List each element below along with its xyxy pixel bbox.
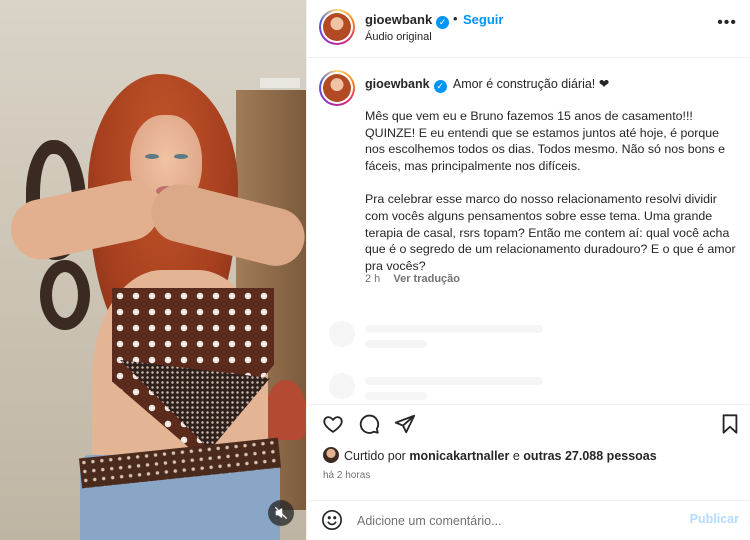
comment-box: Publicar — [307, 500, 750, 540]
comment-input[interactable] — [357, 511, 677, 531]
mute-button[interactable] — [268, 500, 294, 526]
header-username-row[interactable]: gioewbank ✓ — [365, 12, 450, 29]
person-eye-right — [174, 154, 188, 159]
post-header: gioewbank ✓ • Seguir Áudio original ••• — [307, 0, 750, 58]
translate-link[interactable]: Ver tradução — [393, 273, 460, 285]
liker-username[interactable]: monicakartnaller — [409, 449, 509, 463]
publish-button[interactable]: Publicar — [690, 512, 739, 526]
header-username[interactable]: gioewbank — [365, 12, 432, 27]
caption-age: 2 h — [365, 273, 381, 285]
comment-icon[interactable] — [358, 413, 380, 435]
background-plant — [266, 380, 306, 440]
background-shelf — [260, 78, 300, 88]
heart-icon[interactable] — [322, 413, 344, 435]
verified-badge-icon: ✓ — [433, 80, 447, 93]
caption-body: Mês que vem eu e Bruno fazemos 15 anos d… — [365, 108, 737, 291]
likes-others[interactable]: outras 27.088 pessoas — [523, 449, 656, 463]
bookmark-icon[interactable] — [719, 413, 741, 435]
post-panel: gioewbank ✓ • Seguir Áudio original ••• g… — [306, 0, 750, 540]
caption-section: gioewbank ✓ Amor é construção diária! ❤ M… — [307, 58, 750, 404]
caption-paragraph: Mês que vem eu e Bruno fazemos 15 anos d… — [365, 109, 725, 173]
avatar[interactable] — [319, 9, 355, 45]
caption-paragraph: Pra celebrar esse marco do nosso relacio… — [365, 192, 736, 273]
audio-label[interactable]: Áudio original — [365, 31, 432, 43]
caption-heading: gioewbank ✓ Amor é construção diária! ❤ — [365, 76, 609, 93]
likes-connector: e — [512, 449, 520, 463]
person-eye-left — [145, 154, 159, 159]
emoji-icon[interactable] — [321, 509, 343, 531]
likes-summary: Curtido por monicakartnaller e outras 27… — [323, 447, 657, 463]
verified-badge-icon: ✓ — [436, 16, 450, 29]
caption-headline: Amor é construção diária! ❤ — [452, 77, 610, 91]
comment-skeleton-line — [365, 340, 427, 348]
caption-avatar[interactable] — [319, 70, 355, 106]
muted-speaker-icon — [275, 507, 287, 519]
comment-skeleton-line — [365, 377, 543, 385]
follow-button[interactable]: Seguir — [463, 12, 503, 27]
comment-skeleton-line — [365, 392, 427, 400]
caption-username[interactable]: gioewbank — [365, 77, 430, 91]
post-media[interactable] — [0, 0, 306, 540]
header-separator: • — [453, 11, 458, 26]
post-actions: Curtido por monicakartnaller e outras 27… — [307, 404, 750, 500]
more-options-icon[interactable]: ••• — [717, 14, 737, 32]
likes-prefix: Curtido por — [344, 449, 406, 463]
comment-skeleton-avatar — [329, 321, 355, 347]
comment-skeleton-line — [365, 325, 543, 333]
share-icon[interactable] — [394, 413, 416, 435]
post-time[interactable]: há 2 horas — [323, 470, 370, 481]
liker-avatar[interactable] — [323, 447, 339, 463]
comment-skeleton-avatar — [329, 373, 355, 399]
caption-meta: 2 h Ver tradução — [365, 273, 460, 285]
background-mirror-lower — [40, 260, 90, 330]
